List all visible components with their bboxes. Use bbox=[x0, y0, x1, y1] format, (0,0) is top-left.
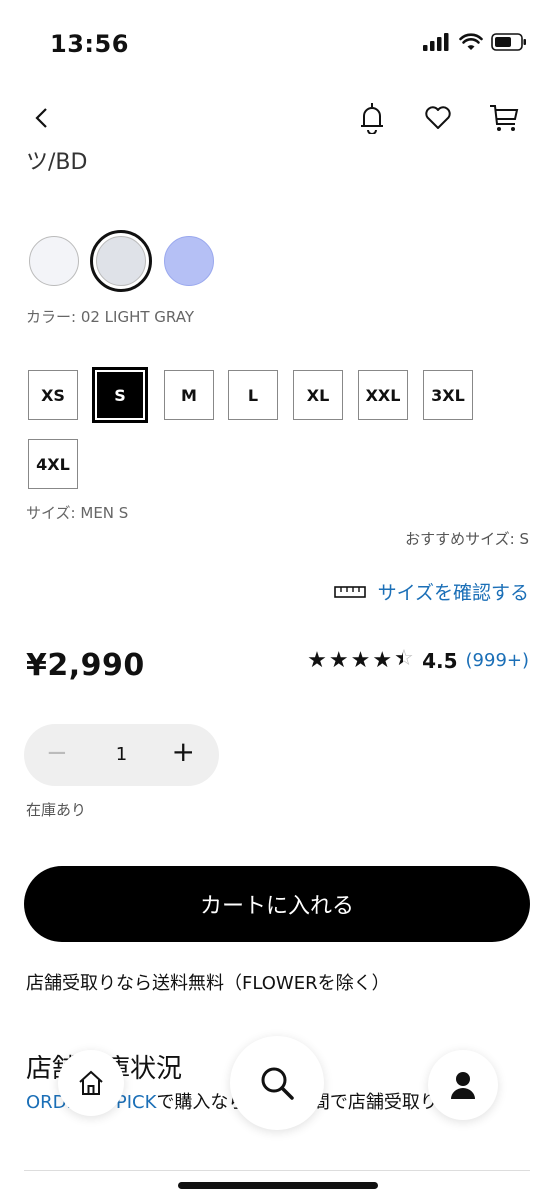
size-option-xxl[interactable]: XXL bbox=[358, 370, 408, 420]
size-check-label[interactable]: サイズを確認する bbox=[378, 578, 529, 605]
heart-icon[interactable] bbox=[418, 98, 458, 138]
star-icon: ★ bbox=[328, 648, 349, 673]
color-swatch-white[interactable] bbox=[23, 230, 85, 292]
size-option-s[interactable]: S bbox=[92, 367, 148, 423]
quantity-increase-button[interactable]: + bbox=[172, 735, 195, 768]
add-to-cart-button[interactable]: カートに入れる bbox=[24, 866, 530, 942]
home-icon bbox=[79, 1070, 103, 1095]
home-indicator bbox=[178, 1182, 378, 1189]
status-icons bbox=[423, 33, 527, 51]
size-option-m[interactable]: M bbox=[164, 370, 214, 420]
recommended-size: おすすめサイズ: S bbox=[405, 530, 529, 548]
bell-icon[interactable] bbox=[352, 98, 392, 138]
divider bbox=[24, 1170, 530, 1171]
size-option-xl[interactable]: XL bbox=[293, 370, 343, 420]
stock-status: 在庫あり bbox=[26, 801, 87, 819]
battery-icon bbox=[491, 33, 526, 51]
star-icon: ★ bbox=[350, 648, 371, 673]
rating[interactable]: ★ ★ ★ ★ ☆ ★ 4.5 (999+) bbox=[307, 646, 529, 673]
product-title: ツ/BD bbox=[26, 150, 88, 175]
half-star-icon: ☆ ★ bbox=[394, 646, 414, 671]
size-option-l[interactable]: L bbox=[228, 370, 278, 420]
size-option-3xl[interactable]: 3XL bbox=[423, 370, 473, 420]
color-swatch-blue[interactable] bbox=[158, 230, 220, 292]
back-icon[interactable] bbox=[22, 98, 62, 138]
account-icon bbox=[451, 1072, 475, 1099]
color-swatch-light-gray[interactable] bbox=[90, 230, 152, 292]
account-button[interactable] bbox=[428, 1050, 498, 1120]
ruler-icon bbox=[333, 585, 366, 598]
cart-icon[interactable] bbox=[484, 98, 524, 138]
quantity-stepper: − 1 + bbox=[24, 724, 219, 786]
home-button[interactable] bbox=[58, 1050, 124, 1116]
color-label: カラー: 02 LIGHT GRAY bbox=[26, 308, 194, 326]
signal-icon bbox=[423, 33, 449, 51]
rating-value: 4.5 bbox=[422, 648, 458, 673]
search-icon bbox=[261, 1067, 294, 1100]
price: ¥2,990 bbox=[26, 648, 145, 683]
wifi-icon bbox=[459, 33, 483, 50]
search-button[interactable] bbox=[230, 1036, 324, 1130]
size-option-4xl[interactable]: 4XL bbox=[28, 439, 78, 489]
review-count-link[interactable]: (999+) bbox=[466, 650, 529, 671]
star-icon: ★ bbox=[372, 648, 393, 673]
status-time: 13:56 bbox=[50, 30, 129, 58]
size-check-link[interactable]: サイズを確認する bbox=[333, 578, 529, 605]
store-pickup-note: 店舗受取りなら送料無料（FLOWERを除く） bbox=[26, 973, 390, 994]
star-icon: ★ bbox=[307, 648, 327, 673]
size-label: サイズ: MEN S bbox=[26, 504, 129, 522]
size-option-xs[interactable]: XS bbox=[28, 370, 78, 420]
